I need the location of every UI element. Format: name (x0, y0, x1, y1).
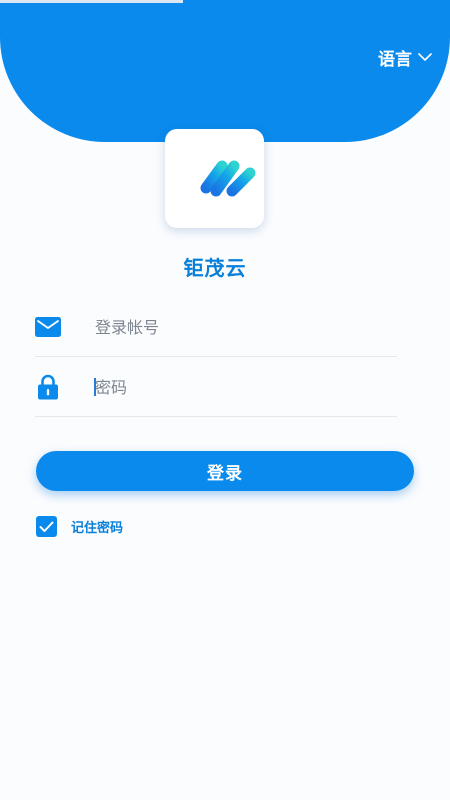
checkmark-icon (39, 521, 54, 532)
language-selector[interactable]: 语言 (378, 45, 432, 70)
remember-password-toggle[interactable]: 记住密码 (36, 516, 123, 537)
chevron-down-icon (418, 53, 432, 61)
app-logo (165, 129, 264, 228)
status-strip (0, 0, 183, 3)
app-name: 钜茂云 (183, 256, 247, 280)
password-input[interactable] (93, 370, 387, 404)
account-input[interactable] (93, 310, 387, 344)
login-button[interactable]: 登录 (36, 451, 414, 491)
account-field (35, 298, 397, 357)
password-field (35, 358, 397, 417)
remember-label: 记住密码 (71, 521, 124, 536)
language-label: 语言 (378, 50, 412, 70)
lock-icon (35, 358, 61, 416)
login-screen: 语言 钜茂云 登录帐号 登录 记住密码 (0, 0, 450, 800)
logo-mark-icon (173, 160, 255, 196)
header-background (0, 0, 450, 142)
text-caret (94, 378, 96, 396)
mail-icon (35, 298, 61, 356)
remember-checkbox[interactable] (36, 516, 57, 537)
